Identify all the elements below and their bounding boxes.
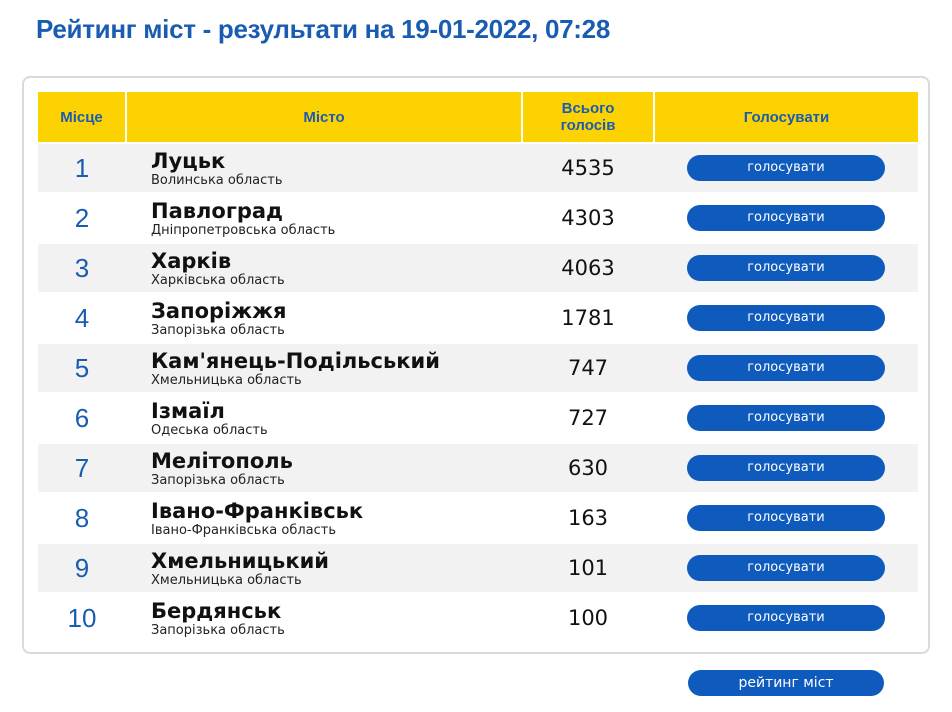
table-row: 1 Луцьк Волинська область 4535 голосуват… bbox=[38, 142, 918, 193]
vote-count: 100 bbox=[522, 592, 654, 642]
vote-button[interactable]: голосувати bbox=[687, 255, 885, 281]
place-number: 2 bbox=[38, 192, 126, 243]
vote-count: 101 bbox=[522, 542, 654, 593]
vote-cell: голосувати bbox=[654, 192, 918, 243]
city-name: Бердянськ bbox=[151, 598, 282, 623]
vote-cell: голосувати bbox=[654, 542, 918, 593]
region-name: Волинська область bbox=[151, 172, 283, 188]
table-row: 3 Харків Харківська область 4063 голосув… bbox=[38, 242, 918, 293]
vote-count: 163 bbox=[522, 492, 654, 543]
region-name: Запорізька область bbox=[151, 622, 285, 638]
vote-cell: голосувати bbox=[654, 142, 918, 193]
column-header-votes-line1: Всього bbox=[561, 100, 615, 117]
table-row: 2 Павлоград Дніпропетровська область 430… bbox=[38, 192, 918, 243]
column-header-city: Місто bbox=[126, 92, 523, 143]
table-header-row: Місце Місто Всього голосів Голосувати bbox=[38, 92, 918, 143]
region-name: Дніпропетровська область bbox=[151, 222, 336, 238]
rating-table: Місце Місто Всього голосів Голосувати 1 … bbox=[38, 92, 918, 642]
table-row: 4 Запоріжжя Запорізька область 1781 голо… bbox=[38, 292, 918, 343]
table-row: 9 Хмельницький Хмельницька область 101 г… bbox=[38, 542, 918, 593]
place-number: 7 bbox=[38, 442, 126, 493]
table-row: 7 Мелітополь Запорізька область 630 голо… bbox=[38, 442, 918, 493]
table-row: 10 Бердянськ Запорізька область 100 голо… bbox=[38, 592, 918, 642]
place-number: 3 bbox=[38, 242, 126, 293]
city-name: Харків bbox=[151, 248, 232, 273]
column-header-place: Місце bbox=[38, 92, 127, 143]
vote-count: 747 bbox=[522, 342, 654, 393]
place-number: 5 bbox=[38, 342, 126, 393]
vote-count: 1781 bbox=[522, 292, 654, 343]
vote-button[interactable]: голосувати bbox=[687, 555, 885, 581]
city-cell: Харків Харківська область bbox=[126, 242, 522, 293]
place-number: 4 bbox=[38, 292, 126, 343]
place-number: 8 bbox=[38, 492, 126, 543]
vote-cell: голосувати bbox=[654, 342, 918, 393]
region-name: Харківська область bbox=[151, 272, 285, 288]
column-header-votes: Всього голосів bbox=[522, 92, 655, 143]
region-name: Запорізька область bbox=[151, 472, 285, 488]
vote-button[interactable]: голосувати bbox=[687, 355, 885, 381]
city-name: Кам'янець-Подільський bbox=[151, 348, 440, 373]
vote-button[interactable]: голосувати bbox=[687, 505, 885, 531]
place-number: 6 bbox=[38, 392, 126, 443]
city-cell: Луцьк Волинська область bbox=[126, 142, 522, 193]
city-name: Івано-Франківськ bbox=[151, 498, 364, 523]
vote-cell: голосувати bbox=[654, 592, 918, 642]
city-cell: Хмельницький Хмельницька область bbox=[126, 542, 522, 593]
page-title: Рейтинг міст - результати на 19-01-2022,… bbox=[36, 14, 610, 44]
table-row: 8 Івано-Франківськ Івано-Франківська обл… bbox=[38, 492, 918, 543]
vote-button[interactable]: голосувати bbox=[687, 405, 885, 431]
city-cell: Кам'янець-Подільський Хмельницька област… bbox=[126, 342, 522, 393]
city-name: Мелітополь bbox=[151, 448, 293, 473]
region-name: Одеська область bbox=[151, 422, 268, 438]
rating-card: Місце Місто Всього голосів Голосувати 1 … bbox=[22, 76, 930, 654]
vote-button[interactable]: голосувати bbox=[687, 205, 885, 231]
vote-button[interactable]: голосувати bbox=[687, 155, 885, 181]
region-name: Хмельницька область bbox=[151, 372, 302, 388]
city-cell: Павлоград Дніпропетровська область bbox=[126, 192, 522, 243]
vote-count: 4063 bbox=[522, 242, 654, 293]
city-name: Запоріжжя bbox=[151, 298, 287, 323]
vote-button[interactable]: голосувати bbox=[687, 305, 885, 331]
city-name: Павлоград bbox=[151, 198, 283, 223]
vote-count: 630 bbox=[522, 442, 654, 493]
column-header-vote: Голосувати bbox=[654, 92, 918, 143]
region-name: Івано-Франківська область bbox=[151, 522, 337, 538]
city-cell: Мелітополь Запорізька область bbox=[126, 442, 522, 493]
city-name: Хмельницький bbox=[151, 548, 330, 573]
city-cell: Запоріжжя Запорізька область bbox=[126, 292, 522, 343]
table-row: 5 Кам'янець-Подільський Хмельницька обла… bbox=[38, 342, 918, 393]
city-cell: Бердянськ Запорізька область bbox=[126, 592, 522, 642]
region-name: Запорізька область bbox=[151, 322, 285, 338]
place-number: 10 bbox=[38, 592, 126, 642]
vote-count: 4303 bbox=[522, 192, 654, 243]
city-cell: Ізмаїл Одеська область bbox=[126, 392, 522, 443]
vote-button[interactable]: голосувати bbox=[687, 605, 885, 631]
vote-cell: голосувати bbox=[654, 292, 918, 343]
city-name: Ізмаїл bbox=[151, 398, 225, 423]
region-name: Хмельницька область bbox=[151, 572, 302, 588]
vote-count: 4535 bbox=[522, 142, 654, 193]
city-cell: Івано-Франківськ Івано-Франківська облас… bbox=[126, 492, 522, 543]
place-number: 1 bbox=[38, 142, 126, 193]
vote-button[interactable]: голосувати bbox=[687, 455, 885, 481]
vote-cell: голосувати bbox=[654, 492, 918, 543]
city-name: Луцьк bbox=[151, 148, 226, 173]
vote-cell: голосувати bbox=[654, 392, 918, 443]
vote-count: 727 bbox=[522, 392, 654, 443]
place-number: 9 bbox=[38, 542, 126, 593]
column-header-votes-line2: голосів bbox=[560, 117, 616, 134]
table-row: 6 Ізмаїл Одеська область 727 голосувати bbox=[38, 392, 918, 443]
city-rating-button[interactable]: рейтинг міст bbox=[688, 670, 884, 696]
vote-cell: голосувати bbox=[654, 442, 918, 493]
vote-cell: голосувати bbox=[654, 242, 918, 293]
